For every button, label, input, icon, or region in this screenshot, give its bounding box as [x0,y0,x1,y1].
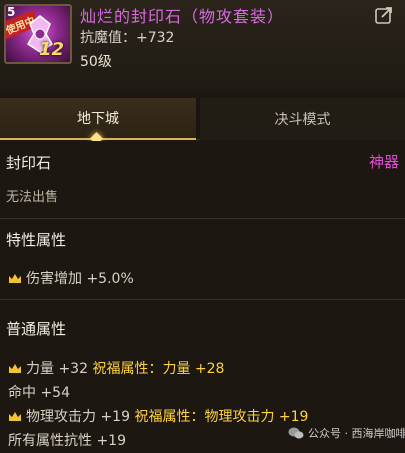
watermark-text: 公众号 · 西海岸咖啡馆 [308,427,405,440]
share-icon[interactable] [375,6,393,24]
general-attribute-line: 命中 +54 [8,382,70,402]
general-attribute-line: 力量 +32 祝福属性：力量 +28 [8,358,224,378]
general-attribute-line: 物理攻击力 +19 祝福属性：物理攻击力 +19 [8,406,308,426]
strength-stat: 力量 +32 [26,361,88,377]
watermark: 公众号 · 西海岸咖啡馆 [288,425,405,441]
item-title: 灿烂的封印石（物攻套装） [80,7,285,26]
physical-attack-stat: 物理攻击力 +19 [26,409,130,425]
item-level: 50级 [80,54,112,70]
crown-icon [9,412,21,421]
special-attribute-line: 伤害增加 +5.0% [8,268,134,288]
crown-icon [9,274,21,283]
mode-tabs: 地下城 决斗模式 [0,98,405,140]
magic-resist-stat: 抗魔值：+732 [80,30,175,46]
hit-stat: 命中 +54 [8,385,70,401]
trade-restriction: 无法出售 [6,190,59,205]
general-attribute-line: 所有属性抗性 +19 [8,430,126,450]
divider [0,218,405,219]
item-header: 5 使用中 12 灿烂的封印石（物攻套装） 抗魔值：+732 50级 [0,0,405,92]
icon-level-number: 12 [38,39,64,60]
all-resist-stat: 所有属性抗性 +19 [8,433,126,449]
crown-icon [9,364,21,373]
damage-increase-text: 伤害增加 +5.0% [26,271,134,287]
seal-stone-icon[interactable]: 5 使用中 12 [4,4,72,64]
general-attributes-header: 普通属性 [6,320,67,338]
item-type: 封印石 [6,154,52,172]
rarity-label: 神器 [368,153,399,171]
divider [0,299,405,300]
physical-attack-blessing: 祝福属性：物理攻击力 +19 [134,409,309,425]
special-attributes-header: 特性属性 [6,231,67,249]
tab-pvp[interactable]: 决斗模式 [200,98,405,140]
wechat-icon [288,427,304,439]
strength-blessing: 祝福属性：力量 +28 [92,361,225,377]
